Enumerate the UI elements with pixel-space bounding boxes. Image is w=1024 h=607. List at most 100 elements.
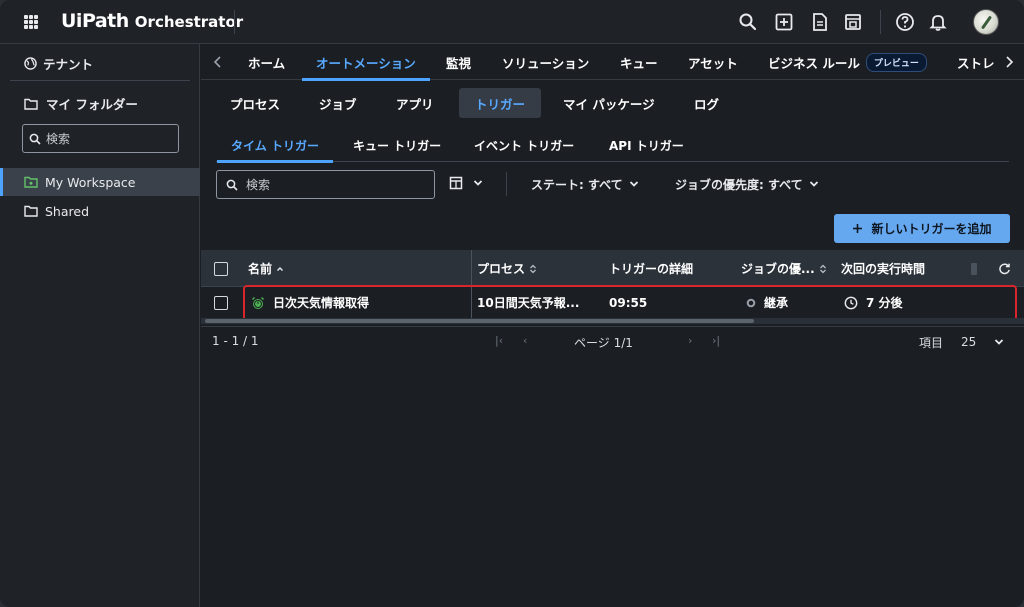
refresh-icon[interactable]: [998, 250, 1011, 287]
tab-automation[interactable]: オートメーション: [302, 44, 430, 81]
chevron-down-icon: [629, 181, 638, 187]
prev-page-icon[interactable]: ‹: [523, 334, 527, 347]
tab-home[interactable]: ホーム: [248, 44, 285, 80]
user-avatar[interactable]: [973, 9, 999, 35]
row-highlight-box: [243, 285, 1017, 321]
tab-logs[interactable]: ログ: [694, 88, 719, 118]
chevron-left-icon[interactable]: [211, 54, 225, 70]
select-all-checkbox[interactable]: [214, 250, 228, 287]
column-header-job-priority[interactable]: ジョブの優...: [741, 250, 827, 287]
trigger-search-input[interactable]: 検索: [216, 170, 435, 199]
last-page-icon[interactable]: ›|: [712, 334, 720, 347]
my-folder-label: マイ フォルダー: [46, 97, 138, 112]
sidebar-item-shared[interactable]: Shared: [0, 197, 200, 225]
folder-search-placeholder: 検索: [46, 132, 71, 146]
folder-icon: [24, 98, 38, 110]
tab-time-triggers[interactable]: タイム トリガー: [217, 128, 333, 163]
add-trigger-button[interactable]: 新しいトリガーを追加: [834, 214, 1010, 243]
tab-solutions[interactable]: ソリューション: [502, 44, 589, 80]
tab-business-rules[interactable]: ビジネス ルール プレビュー: [768, 44, 927, 80]
column-header-truncated: [971, 250, 977, 287]
column-header-label: 名前: [248, 262, 273, 276]
sidebar-divider: [10, 80, 190, 81]
add-box-icon[interactable]: [774, 12, 794, 32]
robot-icon[interactable]: [843, 12, 863, 32]
bell-icon[interactable]: [928, 12, 948, 32]
horizontal-scrollbar[interactable]: [201, 318, 1024, 324]
globe-icon: [24, 56, 37, 70]
chevron-down-icon: [473, 180, 483, 186]
main-content: ホーム オートメーション 監視 ソリューション キュー アセット ビジネス ルー…: [201, 44, 1024, 607]
tab-my-packages[interactable]: マイ パッケージ: [563, 88, 655, 118]
column-header-label: トリガーの詳細: [609, 262, 694, 276]
tab-event-triggers[interactable]: イベント トリガー: [474, 128, 574, 162]
search-icon[interactable]: [738, 12, 758, 32]
scrollbar-thumb[interactable]: [205, 319, 754, 323]
priority-filter-label: ジョブの優先度: すべて: [675, 177, 803, 192]
workspace-folder-icon: [24, 176, 38, 188]
trigger-search-placeholder: 検索: [246, 178, 271, 192]
column-header-process[interactable]: プロセス: [477, 250, 537, 287]
tab-processes[interactable]: プロセス: [230, 88, 280, 118]
tab-queues[interactable]: キュー: [620, 44, 658, 80]
page-size-value: 25: [961, 335, 977, 349]
product-name: Orchestrator: [134, 13, 244, 31]
tab-assets[interactable]: アセット: [688, 44, 738, 80]
sort-icon: [819, 264, 826, 273]
app-launcher-icon[interactable]: [24, 15, 38, 29]
tab-monitoring[interactable]: 監視: [446, 44, 471, 80]
header-divider: [234, 10, 235, 34]
sidebar-item-label: Shared: [45, 203, 90, 219]
column-header-next-run[interactable]: 次回の実行時間: [841, 250, 925, 287]
main-tab-bar: ホーム オートメーション 監視 ソリューション キュー アセット ビジネス ルー…: [201, 44, 1024, 81]
record-range: 1 - 1 / 1: [212, 334, 259, 348]
sidebar-item-my-workspace[interactable]: My Workspace: [0, 168, 200, 196]
tab-api-triggers[interactable]: API トリガー: [609, 128, 684, 162]
column-picker[interactable]: [449, 176, 483, 190]
column-header-name[interactable]: 名前: [248, 250, 284, 287]
sort-icon: [530, 264, 536, 273]
preview-badge: プレビュー: [865, 52, 927, 72]
columns-icon: [449, 176, 463, 190]
brand[interactable]: UiPath Orchestrator: [61, 10, 243, 34]
trigger-type-tab-bar: タイム トリガー キュー トリガー イベント トリガー API トリガー: [216, 128, 1009, 163]
folder-search-input[interactable]: 検索: [22, 124, 179, 153]
top-header: UiPath Orchestrator: [0, 0, 1024, 44]
tab-storage[interactable]: ストレ: [957, 44, 995, 80]
toolbar-divider: [506, 172, 507, 196]
sort-asc-icon: [277, 266, 284, 271]
page-indicator: ページ 1/1: [574, 336, 633, 350]
state-filter[interactable]: ステート: すべて: [531, 175, 639, 193]
column-header-trigger-details[interactable]: トリガーの詳細: [609, 250, 693, 287]
page-size-select[interactable]: 25: [961, 335, 1004, 349]
state-filter-label: ステート: すべて: [531, 177, 623, 192]
search-icon: [29, 133, 41, 145]
my-folder-heading[interactable]: マイ フォルダー: [24, 94, 138, 113]
row-checkbox[interactable]: [214, 287, 228, 318]
document-icon[interactable]: [810, 12, 830, 32]
first-page-icon[interactable]: |‹: [495, 334, 503, 347]
folder-sidebar: テナント マイ フォルダー 検索 My Workspace Shared: [0, 44, 200, 607]
column-header-label: プロセス: [477, 262, 526, 276]
tenant-link[interactable]: テナント: [24, 54, 93, 72]
next-page-icon[interactable]: ›: [688, 334, 692, 347]
chevron-right-icon[interactable]: [1002, 54, 1016, 70]
tab-apps[interactable]: アプリ: [396, 88, 434, 118]
chevron-down-icon: [994, 339, 1004, 345]
folder-icon: [24, 205, 38, 217]
column-header-label: ジョブの優...: [741, 262, 815, 276]
pagination-bar: 1 - 1 / 1 |‹ ‹ ページ 1/1 › ›| 項目 25: [201, 326, 1024, 356]
checkbox-box: [214, 295, 228, 310]
column-header-label: 次回の実行時間: [841, 262, 926, 276]
tab-triggers[interactable]: トリガー: [459, 88, 542, 118]
tab-jobs[interactable]: ジョブ: [319, 88, 357, 118]
tenant-label: テナント: [43, 56, 94, 72]
tab-queue-triggers[interactable]: キュー トリガー: [353, 128, 441, 162]
plus-icon: [853, 224, 863, 233]
header-divider-2: [880, 10, 881, 34]
priority-filter[interactable]: ジョブの優先度: すべて: [675, 175, 819, 193]
truncated-column-marker: [971, 262, 977, 275]
help-icon[interactable]: [895, 12, 915, 32]
chevron-down-icon: [809, 181, 818, 187]
tab-business-rules-label: ビジネス ルール: [768, 55, 860, 71]
